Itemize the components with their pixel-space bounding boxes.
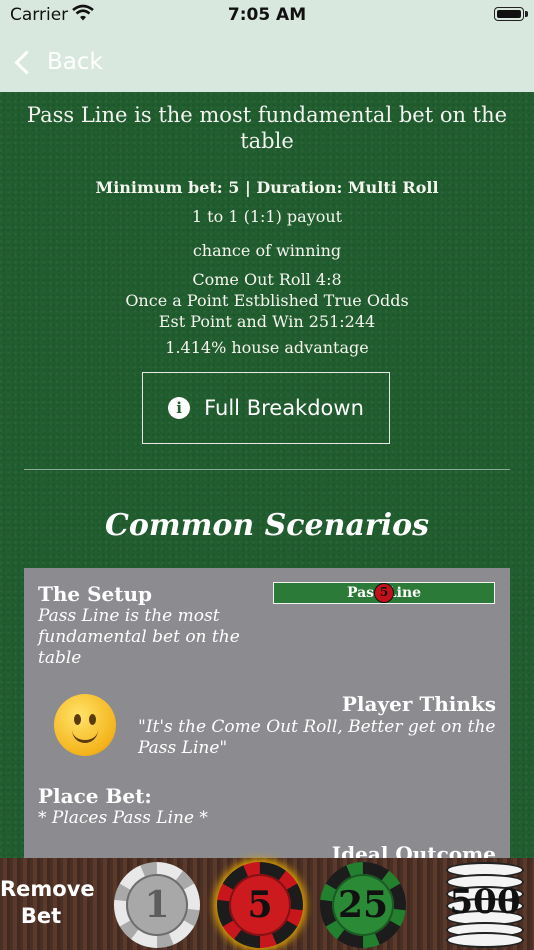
place-bet-text: * Places Pass Line * [38, 808, 208, 828]
section-title: Common Scenarios [104, 508, 429, 543]
bet-description: Pass Line is the most fundamental bet on… [26, 103, 508, 153]
chevron-left-icon [14, 49, 39, 75]
status-bar: Carrier 7:05 AM [0, 0, 534, 32]
full-breakdown-label: Full Breakdown [204, 396, 364, 420]
chip-value: 25 [337, 884, 389, 926]
chance-line: Once a Point Estblished True Odds [125, 291, 409, 310]
back-label: Back [47, 49, 103, 75]
remove-bet-label: Bet [20, 904, 62, 928]
chance-heading: chance of winning [192, 241, 342, 260]
navigation-bar: Back [0, 32, 534, 92]
remove-bet-button[interactable]: Remove Bet [0, 876, 95, 930]
chance-details: Come Out Roll 4:8 Once a Point Estblishe… [0, 269, 534, 332]
content-area[interactable]: Pass Line is the most fundamental bet on… [0, 92, 534, 858]
player-thinks-text: "It's the Come Out Roll, Better get on t… [138, 717, 496, 758]
placed-chip: 5 [374, 583, 394, 603]
chip-500-stack-button[interactable]: 500 [440, 862, 530, 948]
payout-text: 1 to 1 (1:1) payout [191, 207, 343, 226]
place-bet-title: Place Bet: [38, 784, 152, 808]
chip-25-button[interactable]: 25 [320, 862, 406, 948]
scenario-card: The Setup Pass Line is the most fundamen… [24, 568, 510, 858]
setup-title: The Setup [38, 582, 153, 606]
player-thinks-title: Player Thinks [341, 692, 496, 716]
chip-5-button[interactable]: 5 [217, 862, 303, 948]
bet-summary: Minimum bet: 5 | Duration: Multi Roll [95, 178, 439, 197]
chip-value: 5 [247, 884, 273, 926]
clock: 7:05 AM [227, 5, 307, 25]
full-breakdown-button[interactable]: i Full Breakdown [142, 372, 390, 444]
house-advantage: 1.414% house advantage [165, 338, 369, 357]
chance-line: Come Out Roll 4:8 [192, 270, 342, 289]
chip-rail: Remove Bet 1 5 25 500 [0, 858, 534, 950]
battery-icon [494, 7, 528, 21]
divider [24, 469, 510, 470]
chip-stack-value: 500 [449, 882, 521, 922]
chance-line: Est Point and Win 251:244 [158, 312, 376, 331]
remove-bet-label: Remove [0, 877, 95, 901]
back-button[interactable]: Back [12, 44, 103, 80]
chip-value: 1 [144, 884, 170, 926]
info-icon: i [168, 397, 191, 419]
smiley-face-icon [54, 694, 116, 756]
setup-text: Pass Line is the most fundamental bet on… [38, 606, 240, 668]
ideal-outcome-title: Ideal Outcome [331, 842, 496, 858]
chip-1-button[interactable]: 1 [114, 862, 200, 948]
pass-line-graphic: Pass Line 5 [273, 582, 495, 604]
